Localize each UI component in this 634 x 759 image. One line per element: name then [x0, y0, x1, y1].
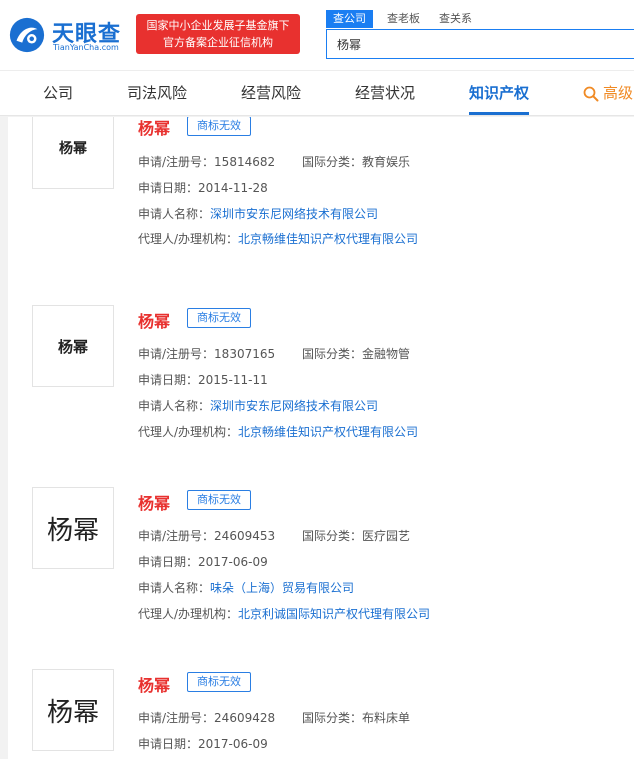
advanced-label: 高级 — [603, 84, 634, 102]
trademark-card[interactable]: 杨幂 杨幂 商标无效 申请/注册号：18307165 国际分类：金融物管 申请日… — [8, 279, 634, 462]
reg-no-label: 申请/注册号： — [138, 711, 215, 725]
agent-link[interactable]: 北京利诚国际知识产权代理有限公司 — [238, 607, 430, 621]
trademark-image: 杨幂 — [32, 487, 114, 569]
apply-date-row: 申请日期：2014-11-28 — [138, 179, 268, 196]
agent-row: 代理人/办理机构：北京畅维佳知识产权代理有限公司 — [138, 423, 418, 440]
applicant-row: 申请人名称：深圳市安东尼网络技术有限公司 — [138, 397, 378, 414]
agent-label: 代理人/办理机构： — [138, 607, 239, 621]
search-icon — [583, 86, 599, 101]
applicant-row: 申请人名称：味朵（上海）贸易有限公司 — [138, 579, 354, 596]
apply-date-row: 申请日期：2017-06-09 — [138, 735, 268, 752]
trademark-card[interactable]: 杨幂 杨幂 商标无效 申请/注册号：24609453 国际分类：医疗园艺 申请日… — [8, 461, 634, 644]
intl-class-value: 布料床单 — [362, 711, 411, 725]
agent-link[interactable]: 北京畅维佳知识产权代理有限公司 — [238, 425, 418, 439]
search-tab-company[interactable]: 查公司 — [326, 10, 373, 28]
banner-line-1: 国家中小企业发展子基金旗下 — [146, 19, 290, 32]
apply-date-row: 申请日期：2015-11-11 — [138, 371, 268, 388]
apply-date-value: 2015-11-11 — [198, 373, 268, 387]
intl-class-value: 金融物管 — [362, 347, 411, 361]
search-tab-boss[interactable]: 查老板 — [387, 10, 420, 28]
status-badge: 商标无效 — [187, 308, 251, 328]
banner-line-2: 官方备案企业征信机构 — [163, 36, 273, 49]
nav-item-operation-status[interactable]: 经营状况 — [355, 71, 415, 115]
reg-no-row: 申请/注册号：24609428 国际分类：布料床单 — [138, 709, 410, 726]
apply-date-label: 申请日期： — [138, 737, 199, 751]
applicant-link[interactable]: 深圳市安东尼网络技术有限公司 — [210, 207, 378, 221]
search-box — [326, 29, 634, 59]
intl-class: 国际分类：医疗园艺 — [302, 527, 410, 544]
agent-label: 代理人/办理机构： — [138, 425, 239, 439]
intl-class-value: 教育娱乐 — [362, 155, 411, 169]
reg-no-label: 申请/注册号： — [138, 155, 215, 169]
reg-no-value: 15814682 — [214, 155, 276, 169]
nav-item-operation-risk[interactable]: 经营风险 — [241, 71, 301, 115]
apply-date-label: 申请日期： — [138, 181, 199, 195]
status-badge: 商标无效 — [187, 490, 251, 510]
applicant-label: 申请人名称： — [138, 207, 211, 221]
reg-no-row: 申请/注册号：24609453 国际分类：医疗园艺 — [138, 527, 410, 544]
apply-date-value: 2014-11-28 — [198, 181, 268, 195]
status-badge: 商标无效 — [187, 117, 251, 136]
applicant-row: 申请人名称：深圳市安东尼网络技术有限公司 — [138, 205, 378, 222]
trademark-card[interactable]: 杨幂 杨幂 商标无效 申请/注册号：24609428 国际分类：布料床单 申请日… — [8, 643, 634, 759]
intl-class-value: 医疗园艺 — [362, 529, 411, 543]
apply-date-row: 申请日期：2017-06-09 — [138, 553, 268, 570]
reg-no-row: 申请/注册号：15814682 国际分类：教育娱乐 — [138, 153, 410, 170]
reg-no-value: 24609453 — [214, 529, 276, 543]
reg-no-label: 申请/注册号： — [138, 529, 215, 543]
intl-class: 国际分类：教育娱乐 — [302, 153, 410, 170]
nav-item-intellectual-property[interactable]: 知识产权 — [469, 71, 530, 115]
applicant-link[interactable]: 味朵（上海）贸易有限公司 — [210, 581, 354, 595]
certification-banner: 国家中小企业发展子基金旗下 官方备案企业征信机构 — [136, 14, 300, 54]
nav-item-judicial-risk[interactable]: 司法风险 — [127, 71, 187, 115]
reg-no-row: 申请/注册号：18307165 国际分类：金融物管 — [138, 345, 410, 362]
intl-class: 国际分类：布料床单 — [302, 709, 410, 726]
trademark-image: 杨幂 — [32, 669, 114, 751]
logo-icon — [9, 17, 45, 53]
agent-row: 代理人/办理机构：北京畅维佳知识产权代理有限公司 — [138, 230, 418, 247]
nav-item-company[interactable]: 公司 — [43, 71, 73, 115]
applicant-link[interactable]: 深圳市安东尼网络技术有限公司 — [210, 399, 378, 413]
trademark-name[interactable]: 杨幂 — [138, 490, 170, 514]
trademark-name[interactable]: 杨幂 — [138, 117, 170, 139]
apply-date-value: 2017-06-09 — [198, 555, 268, 569]
nav-bar: 公司 司法风险 经营风险 经营状况 知识产权 高级 — [0, 70, 634, 116]
reg-no-value: 24609428 — [214, 711, 276, 725]
search-input[interactable] — [335, 30, 619, 58]
apply-date-value: 2017-06-09 — [198, 737, 268, 751]
agent-label: 代理人/办理机构： — [138, 232, 239, 246]
applicant-label: 申请人名称： — [138, 399, 211, 413]
reg-no-value: 18307165 — [214, 347, 276, 361]
apply-date-label: 申请日期： — [138, 555, 199, 569]
trademark-card[interactable]: 杨幂 杨幂 商标无效 申请/注册号：15814682 国际分类：教育娱乐 申请日… — [8, 117, 634, 280]
agent-row: 代理人/办理机构：北京利诚国际知识产权代理有限公司 — [138, 605, 430, 622]
intl-class-label: 国际分类： — [302, 711, 363, 725]
intl-class-label: 国际分类： — [302, 347, 363, 361]
trademark-image: 杨幂 — [32, 117, 114, 189]
nav-item-advanced-search[interactable]: 高级 — [583, 71, 633, 115]
top-header: 天眼查 TianYanCha.com 国家中小企业发展子基金旗下 官方备案企业征… — [0, 0, 634, 70]
intl-class-label: 国际分类： — [302, 529, 363, 543]
trademark-name[interactable]: 杨幂 — [138, 672, 170, 696]
trademark-list: 杨幂 杨幂 商标无效 申请/注册号：15814682 国际分类：教育娱乐 申请日… — [8, 117, 634, 759]
agent-link[interactable]: 北京畅维佳知识产权代理有限公司 — [238, 232, 418, 246]
status-badge: 商标无效 — [187, 672, 251, 692]
intl-class-label: 国际分类： — [302, 155, 363, 169]
apply-date-label: 申请日期： — [138, 373, 199, 387]
reg-no-label: 申请/注册号： — [138, 347, 215, 361]
applicant-label: 申请人名称： — [138, 581, 211, 595]
logo-domain: TianYanCha.com — [53, 43, 119, 52]
trademark-image: 杨幂 — [32, 305, 114, 387]
tianyancha-logo[interactable]: 天眼查 TianYanCha.com — [6, 14, 130, 56]
trademark-name[interactable]: 杨幂 — [138, 308, 170, 332]
search-tab-relation[interactable]: 查关系 — [439, 10, 472, 28]
intl-class: 国际分类：金融物管 — [302, 345, 410, 362]
